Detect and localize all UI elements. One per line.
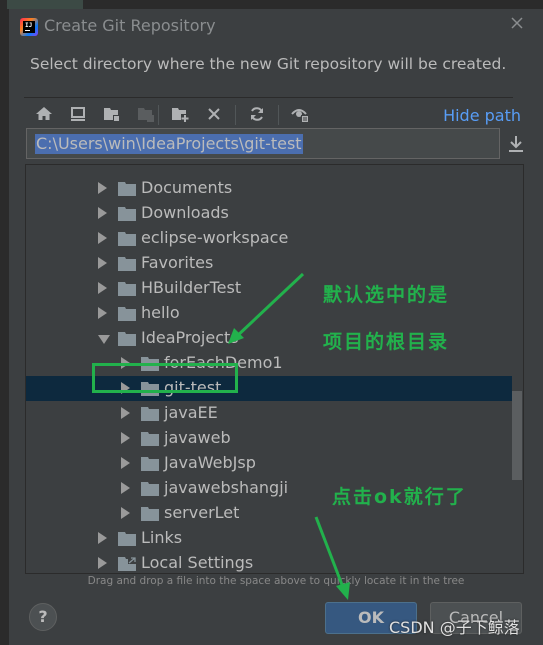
tree-row-label: Downloads [141,203,229,222]
tree-row[interactable]: eclipse-workspace [26,226,512,251]
create-git-repository-dialog: IJ Create Git Repository Select director… [9,9,543,645]
collapsed-arrow-icon[interactable] [98,532,107,544]
toolbar-separator [158,105,159,125]
background-editor [0,0,9,645]
module-folder-button[interactable] [137,105,155,123]
folder-icon [118,207,136,221]
tree-row-label: serverLet [164,503,240,522]
folder-icon [118,307,136,321]
collapsed-arrow-icon[interactable] [121,507,130,519]
folder-icon [118,282,136,296]
tree-row-label: IdeaProjects [141,328,239,347]
title-bar: IJ Create Git Repository [9,9,543,45]
refresh-button[interactable] [248,105,266,123]
tree-row[interactable]: Links [26,526,512,551]
tree-row-label: Documents [141,178,233,197]
tree-row[interactable]: Favorites [26,251,512,276]
tree-row[interactable]: javaEE [26,401,512,426]
folder-icon [118,257,136,271]
toolbar-separator [235,105,236,125]
desktop-button[interactable] [69,105,87,123]
hide-path-link[interactable]: Hide path [443,106,521,125]
folder-icon [118,182,136,196]
dialog-title: Create Git Repository [44,16,216,35]
tree-row[interactable]: javaweb [26,426,512,451]
delete-button[interactable] [205,105,223,123]
module-folder-icon [138,108,154,122]
tree-row-label: Favorites [141,253,214,272]
collapsed-arrow-icon[interactable] [121,432,130,444]
watermark: CSDN @子下鲸落 [389,618,520,637]
background-editor-tabs [0,0,543,9]
path-input-value: C:\Users\win\IdeaProjects\git-test [35,134,303,154]
expanded-arrow-icon[interactable] [98,335,110,344]
home-icon [36,107,52,120]
new-folder-button[interactable] [171,105,189,123]
help-button[interactable]: ? [29,603,57,631]
show-hidden-icon [291,109,309,123]
collapsed-arrow-icon[interactable] [98,257,107,269]
annotation-text-click-ok: 点击ok就行了 [332,486,467,508]
tree-row-label: Links [141,528,183,547]
project-folder-button[interactable] [103,105,121,123]
download-icon [509,136,523,152]
refresh-icon [251,107,263,121]
tree-row-label: javaweb [164,428,231,447]
new-folder-icon [172,108,189,122]
annotation-text-default-selected: 默认选中的是 [323,284,450,306]
expand-path-button[interactable] [507,134,525,154]
show-hidden-files-button[interactable] [291,105,309,123]
tree-row-label: JavaWebJsp [164,453,256,472]
collapsed-arrow-icon[interactable] [98,557,107,569]
tree-row[interactable]: Documents [26,176,512,201]
close-icon [511,17,523,29]
intellij-logo-icon: IJ [20,18,38,36]
annotation-text-project-root: 项目的根目录 [323,331,450,353]
folder-icon [141,457,159,471]
collapsed-arrow-icon[interactable] [121,457,130,469]
drag-drop-hint: Drag and drop a file into the space abov… [87,575,465,587]
tree-row[interactable]: JavaWebJsp [26,451,512,476]
tree-row-label: javawebshangji [164,478,289,497]
tree-row-label: javaEE [164,403,218,422]
tree-scrollbar-thumb[interactable] [512,391,522,480]
folder-icon [118,332,136,346]
tree-row[interactable]: Local Settings [26,551,512,573]
folder-icon [141,407,159,421]
collapsed-arrow-icon[interactable] [98,182,107,194]
delete-icon [208,108,220,120]
collapsed-arrow-icon[interactable] [98,232,107,244]
dialog-description: Select directory where the new Git repos… [30,55,507,73]
collapsed-arrow-icon[interactable] [98,282,107,294]
tree-row[interactable]: Downloads [26,201,512,226]
folder-link-icon [118,557,136,571]
close-button[interactable] [509,15,525,31]
path-input[interactable]: C:\Users\win\IdeaProjects\git-test [26,128,500,159]
collapsed-arrow-icon[interactable] [121,407,130,419]
desktop-icon [71,107,85,121]
toolbar-separator [278,105,279,125]
folder-icon [141,507,159,521]
folder-icon [141,482,159,496]
folder-icon [118,232,136,246]
tree-row-label: Local Settings [141,553,254,572]
tree-row-label: HBuilderTest [141,278,242,297]
home-button[interactable] [35,105,53,123]
folder-icon [118,532,136,546]
tree-row-label: hello [141,303,180,322]
annotation-highlight-box [92,363,238,393]
folder-icon [141,432,159,446]
collapsed-arrow-icon[interactable] [98,207,107,219]
project-folder-icon [104,108,120,122]
collapsed-arrow-icon[interactable] [98,307,107,319]
tree-row-label: eclipse-workspace [141,228,289,247]
collapsed-arrow-icon[interactable] [121,482,130,494]
